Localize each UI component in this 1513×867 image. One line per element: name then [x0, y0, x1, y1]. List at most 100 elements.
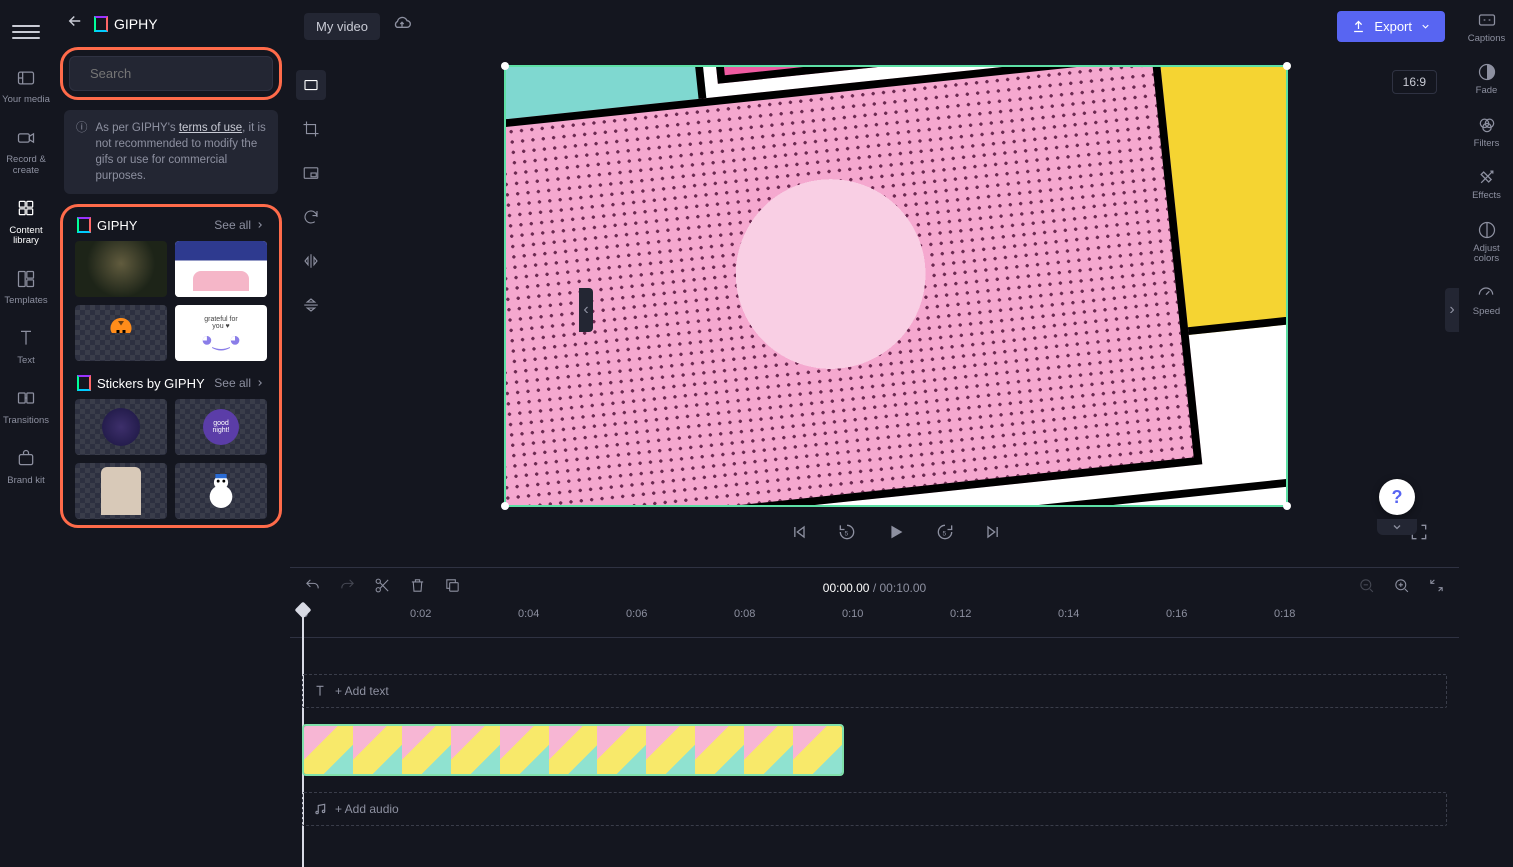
gif-thumb[interactable]	[175, 241, 267, 297]
cloud-sync-icon[interactable]	[392, 14, 412, 39]
flip-h-tool[interactable]	[296, 246, 326, 276]
play-button[interactable]	[885, 521, 907, 548]
playback-controls: 5 5	[332, 507, 1459, 554]
help-button[interactable]: ?	[1379, 479, 1415, 515]
collapse-right-panel[interactable]	[1377, 519, 1417, 535]
rotate-tool[interactable]	[296, 202, 326, 232]
gif-thumb[interactable]	[75, 241, 167, 297]
ruler-tick: 0:06	[626, 608, 647, 620]
sidebar-item-adjust-colors[interactable]: Adjust colors	[1460, 220, 1513, 265]
media-icon	[16, 68, 36, 91]
gif-thumb[interactable]	[75, 305, 167, 361]
chevron-down-icon	[1420, 21, 1431, 32]
sidebar-item-your-media[interactable]: Your media	[0, 64, 52, 110]
svg-text:5: 5	[844, 530, 848, 537]
giphy-logo-icon	[77, 217, 91, 233]
resize-handle[interactable]	[1283, 62, 1291, 70]
ruler-tick: 0:12	[950, 608, 971, 620]
sidebar-item-content-library[interactable]: Content library	[0, 194, 52, 250]
forward-button[interactable]: 5	[935, 522, 955, 547]
sidebar-item-label: Text	[17, 356, 34, 366]
fit-timeline-button[interactable]	[1428, 577, 1445, 599]
results-highlight: GIPHY See all grateful foryou ♥◕‿◕ Stick…	[60, 204, 282, 528]
back-button[interactable]	[66, 12, 84, 35]
speed-icon	[1476, 283, 1496, 303]
library-icon	[16, 198, 36, 221]
project-name-chip[interactable]: My video	[304, 13, 380, 40]
undo-button[interactable]	[304, 577, 321, 599]
rewind-button[interactable]: 5	[837, 522, 857, 547]
flip-v-tool[interactable]	[296, 290, 326, 320]
skip-end-button[interactable]	[983, 522, 1003, 547]
aspect-ratio-badge[interactable]: 16:9	[1392, 70, 1437, 94]
sticker-thumb[interactable]: goodnight!	[175, 399, 267, 455]
sticker-thumb[interactable]	[75, 399, 167, 455]
sidebar-left: Your media Record & create Content libra…	[0, 0, 52, 867]
section-title-stickers: Stickers by GIPHY	[77, 375, 205, 391]
fade-icon	[1477, 62, 1497, 82]
sidebar-item-label: Adjust colors	[1460, 244, 1513, 265]
sidebar-item-effects[interactable]: Effects	[1472, 167, 1501, 201]
search-input-wrap[interactable]	[69, 56, 273, 91]
sidebar-item-filters[interactable]: Filters	[1474, 115, 1500, 149]
audio-track[interactable]: + Add audio	[302, 792, 1447, 826]
duplicate-button[interactable]	[444, 577, 461, 599]
text-icon	[313, 684, 327, 698]
ruler-tick: 0:16	[1166, 608, 1187, 620]
sidebar-item-record-create[interactable]: Record & create	[0, 124, 52, 180]
sidebar-item-brand-kit[interactable]: Brand kit	[0, 444, 52, 490]
section-title-giphy: GIPHY	[77, 217, 137, 233]
ruler-tick: 0:04	[518, 608, 539, 620]
pip-tool[interactable]	[296, 158, 326, 188]
music-icon	[313, 802, 327, 816]
sidebar-item-speed[interactable]: Speed	[1473, 283, 1500, 317]
ruler-tick: 0:10	[842, 608, 863, 620]
delete-button[interactable]	[409, 577, 426, 599]
time-display: 00:00.00 / 00:10.00	[823, 581, 926, 595]
sidebar-item-label: Your media	[2, 95, 50, 105]
sidebar-item-text[interactable]: Text	[0, 324, 52, 370]
terms-link[interactable]: terms of use	[179, 122, 242, 134]
giphy-notice: ⓘ As per GIPHY's terms of use, it is not…	[64, 110, 278, 194]
video-clip[interactable]	[302, 724, 844, 776]
sidebar-item-label: Brand kit	[7, 476, 45, 486]
right-panel-expand-handle[interactable]: ›	[1445, 288, 1459, 332]
gif-thumb[interactable]: grateful foryou ♥◕‿◕	[175, 305, 267, 361]
sidebar-item-label: Fade	[1476, 86, 1498, 96]
text-track[interactable]: + Add text	[302, 674, 1447, 708]
sidebar-item-label: Content library	[0, 226, 52, 247]
canvas-toolbar	[290, 52, 332, 567]
see-all-stickers[interactable]: See all	[214, 376, 265, 390]
crop-tool[interactable]	[296, 114, 326, 144]
preview-canvas[interactable]	[504, 65, 1288, 507]
sidebar-item-label: Speed	[1473, 307, 1500, 317]
zoom-in-button[interactable]	[1393, 577, 1410, 599]
fit-tool[interactable]	[296, 70, 326, 100]
sidebar-item-captions[interactable]: Captions	[1468, 10, 1506, 44]
see-all-giphy[interactable]: See all	[214, 218, 265, 232]
content-panel: GIPHY ⓘ As per GIPHY's terms of use, it …	[52, 0, 290, 867]
add-audio-label: + Add audio	[335, 802, 399, 816]
redo-button[interactable]	[339, 577, 356, 599]
export-button[interactable]: Export	[1337, 11, 1445, 42]
skip-start-button[interactable]	[789, 522, 809, 547]
split-button[interactable]	[374, 577, 391, 599]
panel-collapse-handle[interactable]: ‹	[579, 288, 593, 332]
sticker-thumb[interactable]	[175, 463, 267, 519]
svg-text:5: 5	[942, 530, 946, 537]
sidebar-item-transitions[interactable]: Transitions	[0, 384, 52, 430]
resize-handle[interactable]	[501, 62, 509, 70]
sidebar-item-templates[interactable]: Templates	[0, 265, 52, 311]
sidebar-item-fade[interactable]: Fade	[1476, 62, 1498, 96]
timeline: 00:00.00 / 00:10.00 0 0:02 0:04 0:06 0:0…	[290, 567, 1459, 867]
zoom-out-button[interactable]	[1358, 577, 1375, 599]
hamburger-menu[interactable]	[12, 18, 40, 46]
search-input[interactable]	[88, 65, 268, 82]
panel-title: GIPHY	[94, 16, 158, 32]
sticker-thumb[interactable]	[75, 463, 167, 519]
sidebar-item-label: Transitions	[3, 416, 49, 426]
timeline-ruler[interactable]: 0 0:02 0:04 0:06 0:08 0:10 0:12 0:14 0:1…	[290, 608, 1459, 638]
info-icon: ⓘ	[76, 120, 88, 184]
captions-icon	[1477, 10, 1497, 30]
search-highlight	[60, 47, 282, 100]
